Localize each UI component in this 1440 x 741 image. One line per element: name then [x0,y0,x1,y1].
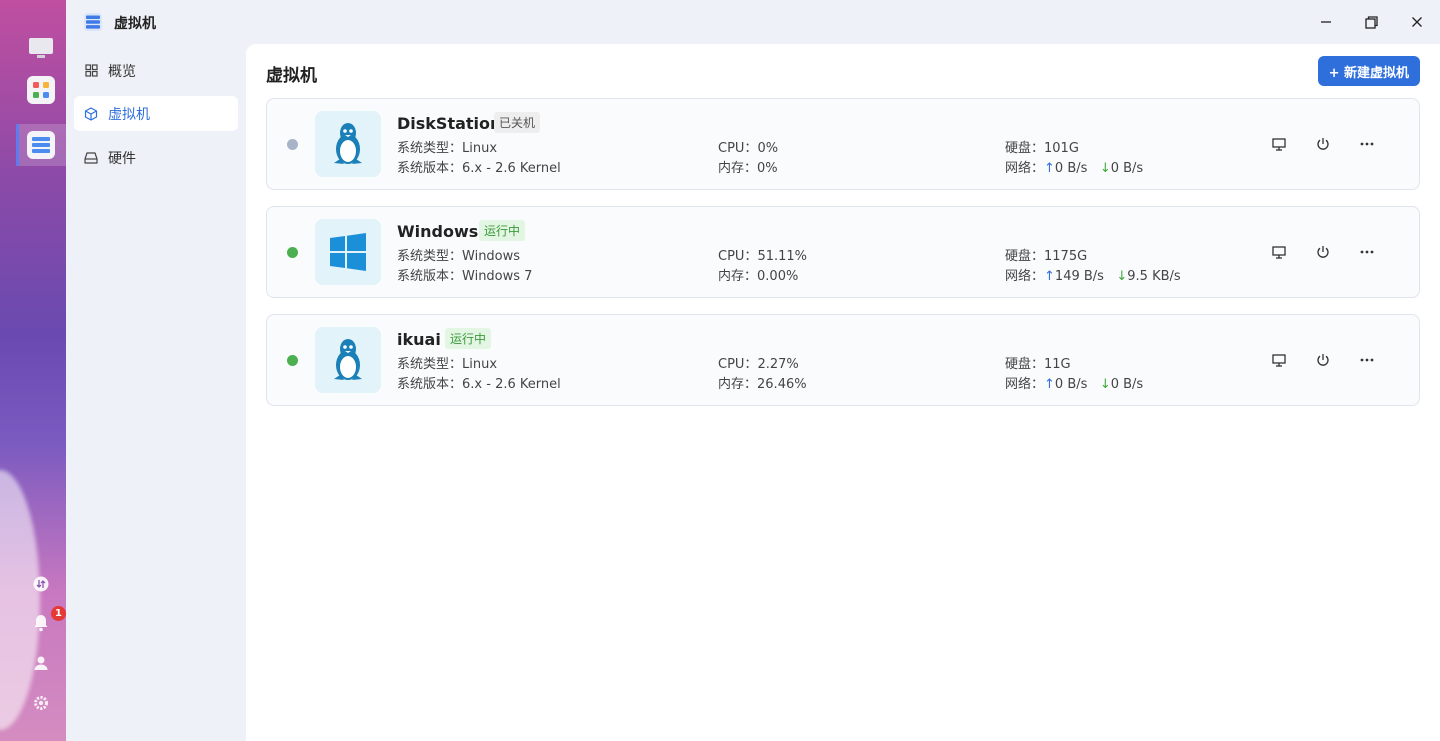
vm-memory: 内存：26.46% [718,377,807,392]
power-icon[interactable] [1313,350,1333,370]
desktop-icon[interactable] [27,34,55,62]
main-content: 虚拟机 + 新建虚拟机 DiskStation 已关机 系统类型：Linux 系… [246,44,1440,741]
windows-logo-icon [315,219,381,285]
vm-cpu: CPU：2.27% [718,357,799,372]
vm-name: ikuai [397,330,441,349]
vm-cpu: CPU：0% [718,141,779,156]
vm-memory: 内存：0% [718,161,778,176]
linux-penguin-icon [315,111,381,177]
vm-window: 虚拟机 概览 虚拟机 硬件 虚拟机 + 新建虚拟机 DiskStation 已关… [66,0,1440,741]
vm-card[interactable]: ikuai 运行中 系统类型：Linux 系统版本：6.x - 2.6 Kern… [266,314,1420,406]
arrow-up-icon: ↑ [1044,161,1055,176]
status-dot [287,139,298,150]
linux-penguin-icon [315,327,381,393]
sidebar-item-label: 硬件 [108,150,136,167]
more-icon[interactable] [1357,134,1377,154]
sidebar: 概览 虚拟机 硬件 [66,44,246,741]
monitor-icon[interactable] [1269,134,1289,154]
sidebar-item-hardware[interactable]: 硬件 [74,140,238,175]
user-icon[interactable] [32,654,50,672]
status-dot [287,355,298,366]
sidebar-item-vms[interactable]: 虚拟机 [74,96,238,131]
server-stack-icon [83,12,103,32]
minimize-button[interactable] [1316,12,1336,32]
vm-network: 网络：↑0 B/s ↓0 B/s [1005,377,1144,392]
vm-cpu: CPU：51.11% [718,249,808,264]
vm-os-type: 系统类型：Windows [397,249,521,264]
cube-icon [84,106,98,121]
status-badge: 运行中 [479,220,526,241]
more-icon[interactable] [1357,350,1377,370]
sidebar-item-label: 概览 [108,63,136,80]
power-icon[interactable] [1313,242,1333,262]
more-icon[interactable] [1357,242,1377,262]
power-icon[interactable] [1313,134,1333,154]
vm-os-version: 系统版本：6.x - 2.6 Kernel [397,377,561,392]
vm-app-dock-icon[interactable] [27,131,55,159]
vm-disk: 硬盘：1175G [1005,249,1088,264]
notification-badge: 1 [51,606,66,621]
window-title: 虚拟机 [114,16,156,32]
vm-network: 网络：↑0 B/s ↓0 B/s [1005,161,1144,176]
transfer-icon[interactable] [32,575,50,593]
grid-icon [84,64,98,78]
vm-disk: 硬盘：101G [1005,141,1079,156]
settings-gear-icon[interactable] [32,694,50,712]
arrow-down-icon: ↓ [1099,161,1111,176]
maximize-button[interactable] [1361,12,1381,32]
hard-drive-icon [84,151,98,165]
vm-memory: 内存：0.00% [718,269,799,284]
dock-wallpaper-glow [0,470,40,730]
app-dock: 1 [0,0,66,741]
status-dot [287,247,298,258]
vm-os-version: 系统版本：6.x - 2.6 Kernel [397,161,561,176]
vm-network: 网络：↑149 B/s ↓9.5 KB/s [1005,269,1181,284]
vm-os-type: 系统类型：Linux [397,141,498,156]
status-badge: 运行中 [445,328,492,349]
arrow-down-icon: ↓ [1099,377,1111,392]
vm-card[interactable]: Windows 运行中 系统类型：Windows 系统版本：Windows 7 … [266,206,1420,298]
monitor-icon[interactable] [1269,242,1289,262]
arrow-up-icon: ↑ [1044,269,1055,284]
arrow-up-icon: ↑ [1044,377,1055,392]
titlebar: 虚拟机 [66,0,1440,44]
vm-os-type: 系统类型：Linux [397,357,498,372]
vm-name: Windows [397,222,479,241]
sidebar-item-label: 虚拟机 [108,106,150,123]
new-vm-button[interactable]: + 新建虚拟机 [1317,56,1420,86]
sidebar-item-overview[interactable]: 概览 [74,53,238,88]
app-center-icon[interactable] [27,76,55,104]
close-button[interactable] [1407,12,1427,32]
vm-os-version: 系统版本：Windows 7 [397,269,533,284]
vm-name: DiskStation [397,114,502,133]
arrow-down-icon: ↓ [1116,269,1128,284]
status-badge: 已关机 [494,112,541,133]
page-title: 虚拟机 [266,66,317,86]
vm-card[interactable]: DiskStation 已关机 系统类型：Linux 系统版本：6.x - 2.… [266,98,1420,190]
bell-icon[interactable] [32,614,50,632]
monitor-icon[interactable] [1269,350,1289,370]
vm-disk: 硬盘：11G [1005,357,1071,372]
